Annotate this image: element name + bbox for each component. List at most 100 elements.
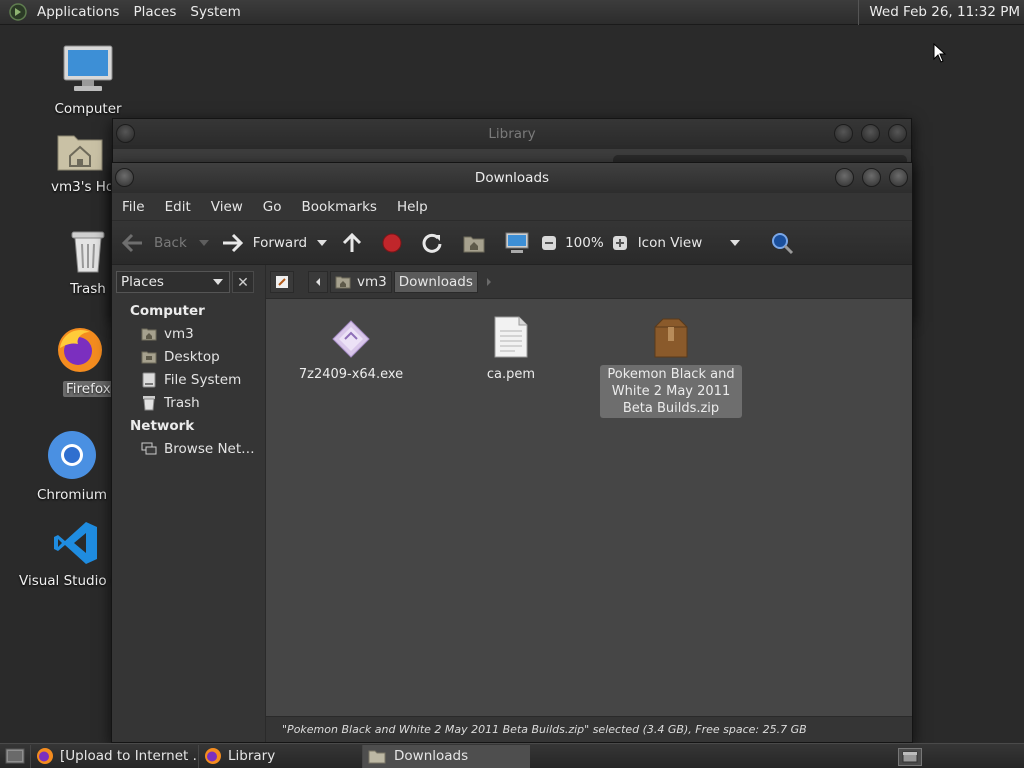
show-desktop-icon [5,748,25,764]
back-label: Back [154,234,187,251]
window-menu-button[interactable] [116,124,135,143]
sidebar-item-desktop[interactable]: Desktop [140,349,220,365]
path-segment-downloads[interactable]: Downloads [393,270,478,293]
arrow-left-icon [121,233,142,252]
sidebar: Places ✕ Computer vm3 Desktop File Syste… [112,265,266,742]
back-history-dropdown[interactable] [198,239,209,246]
sidebar-selector-value: Places [121,274,164,290]
sidebar-item-browse-network[interactable]: Browse Net… [140,441,255,457]
toggle-location-entry-button[interactable] [270,270,294,293]
file-manager-titlebar[interactable]: Downloads [112,163,912,193]
sidebar-item-label: Browse Net… [164,441,255,457]
file-name: 7z2409-x64.exe [298,367,404,382]
forward-history-dropdown[interactable] [317,239,328,246]
sidebar-item-label: vm3 [164,326,194,342]
back-button[interactable]: Back [120,232,187,254]
path-scroll-left-button[interactable] [308,270,328,293]
chromium-icon [48,431,96,479]
zoom-out-button[interactable] [541,235,557,251]
menubar: File Edit View Go Bookmarks Help [112,193,912,221]
file-menu[interactable]: File [112,199,155,215]
zoom-in-icon [612,235,627,250]
desktop-icon-label: Firefox [63,381,111,397]
edit-menu[interactable]: Edit [155,199,201,215]
desktop-icon-computer[interactable]: Computer [33,44,143,117]
executable-icon [332,320,370,358]
home-folder-icon [140,327,158,341]
toolbar: Back Forward 100% Icon View [112,221,912,265]
computer-button[interactable] [505,232,529,254]
close-button[interactable] [889,168,908,187]
up-button[interactable] [341,232,363,254]
sidebar-heading-computer: Computer [130,303,205,319]
show-desktop-button[interactable] [0,745,30,768]
file-item[interactable]: 7z2409-x64.exe [280,311,422,384]
desktop-folder-icon [140,350,158,364]
sidebar-item-vm3[interactable]: vm3 [140,326,194,342]
home-folder-icon [335,276,351,288]
minimize-button[interactable] [835,168,854,187]
sidebar-item-label: Trash [164,395,200,411]
close-button[interactable] [888,124,907,143]
window-title: Library [488,126,536,142]
chevron-right-icon [486,277,491,286]
path-segment-label: Downloads [398,273,473,290]
file-item-selected[interactable]: Pokemon Black and White 2 May 2011 Beta … [600,311,742,418]
window-title: Downloads [474,170,550,186]
desktop-icon-label: Computer [54,101,122,117]
desktop-icon-label: Visual Studio Co [19,573,111,589]
arrow-right-icon [222,233,243,252]
workspace-icon [902,751,918,763]
maximize-button[interactable] [862,168,881,187]
workspace-switcher[interactable] [898,748,922,766]
zoom-in-button[interactable] [612,235,628,251]
reload-icon [422,233,442,253]
reload-button[interactable] [421,232,443,254]
stop-button[interactable] [381,232,403,254]
file-manager-window[interactable]: Downloads File Edit View Go Bookmarks He… [111,162,913,743]
forward-button[interactable]: Forward [221,232,307,254]
minimize-button[interactable] [834,124,853,143]
file-name: Pokemon Black and White 2 May 2011 Beta … [600,365,742,418]
sidebar-item-label: Desktop [164,349,220,365]
firefox-icon [37,748,53,764]
distro-logo-icon[interactable] [8,2,28,22]
view-mode-select[interactable]: Icon View [638,235,748,251]
chevron-down-icon [213,279,223,285]
window-menu-button[interactable] [115,168,134,187]
places-menu[interactable]: Places [128,4,185,20]
applications-menu[interactable]: Applications [32,4,128,20]
maximize-button[interactable] [861,124,880,143]
path-segment-vm3[interactable]: vm3 [330,270,392,293]
zoom-level[interactable]: 100% [565,235,604,251]
taskbar-item-label: [Upload to Internet ... [60,748,198,764]
taskbar-item-downloads[interactable]: Downloads [362,744,530,768]
file-name: ca.pem [486,367,536,382]
sidebar-selector[interactable]: Places [116,271,230,293]
path-segment-label: vm3 [357,273,387,290]
desktop-icon-firefox[interactable]: Firefox [33,326,111,397]
desktop-icon-vscode[interactable]: Visual Studio Co [17,520,111,589]
stop-icon [382,233,402,252]
network-icon [140,442,158,456]
sidebar-item-trash[interactable]: Trash [140,395,200,411]
sidebar-item-file-system[interactable]: File System [140,372,241,388]
clock[interactable]: Wed Feb 26, 11:32 PM [858,0,1024,25]
search-button[interactable] [770,231,794,255]
bookmarks-menu[interactable]: Bookmarks [292,199,387,215]
close-sidebar-button[interactable]: ✕ [232,271,254,293]
home-button[interactable] [463,233,485,253]
desktop-icon-home[interactable]: vm3's Hom [33,128,111,195]
forward-label: Forward [252,234,308,251]
taskbar-item-library[interactable]: Library [198,744,362,768]
help-menu[interactable]: Help [387,199,438,215]
file-item[interactable]: ca.pem [440,311,582,384]
view-menu[interactable]: View [201,199,253,215]
library-titlebar[interactable]: Library [113,119,911,149]
computer-icon [63,45,113,91]
go-menu[interactable]: Go [253,199,292,215]
file-view[interactable]: 7z2409-x64.exe ca.pem Pokemon Black and … [266,299,912,716]
path-scroll-right-button[interactable] [480,271,498,293]
taskbar-item-upload[interactable]: [Upload to Internet ... [30,744,198,768]
system-menu[interactable]: System [185,4,249,20]
